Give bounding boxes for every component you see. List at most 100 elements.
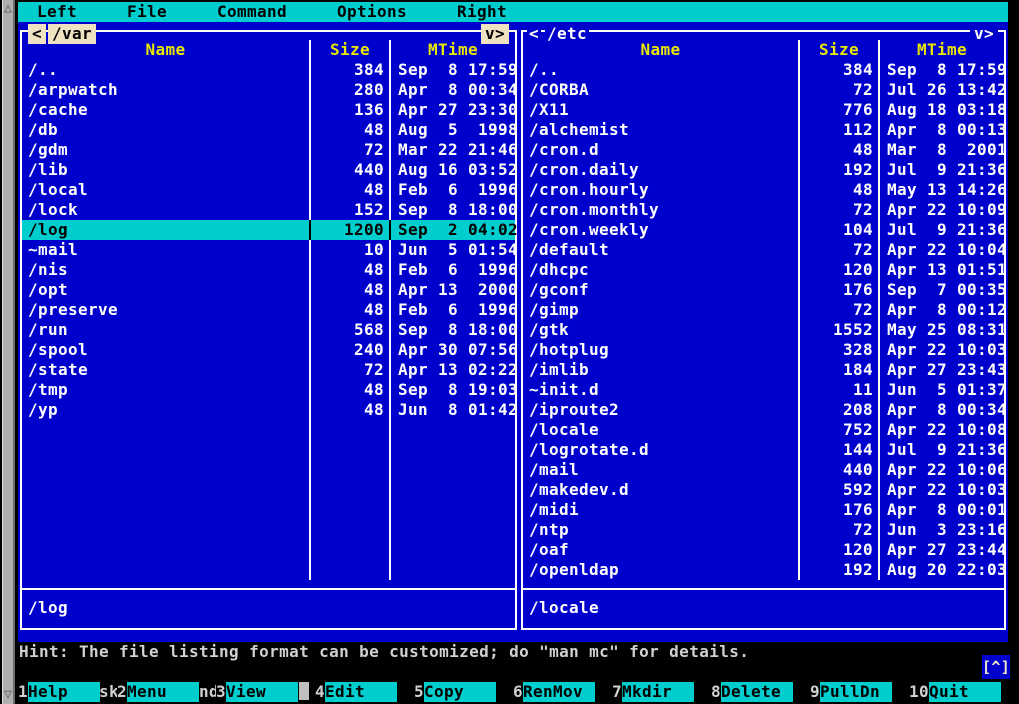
file-mtime: Apr 22 10:06 — [878, 460, 1004, 480]
file-name: /lib — [22, 160, 309, 180]
file-size: 440 — [798, 460, 878, 480]
file-row[interactable]: /db48Aug 5 1998 — [22, 120, 515, 140]
file-row[interactable]: /spool240Apr 30 07:56 — [22, 340, 515, 360]
shell-prompt[interactable]: [proski@portland /var]$ — [19, 662, 309, 682]
file-row[interactable]: /imlib184Apr 27 23:43 — [523, 360, 1004, 380]
file-mtime: Jul 9 21:36 — [878, 220, 1004, 240]
file-row[interactable]: /nis48Feb 6 1996 — [22, 260, 515, 280]
fkey-help-button[interactable]: 1Help — [18, 682, 117, 702]
file-row[interactable]: /gdm72Mar 22 21:46 — [22, 140, 515, 160]
file-row[interactable]: /tmp48Sep 8 19:03 — [22, 380, 515, 400]
file-size: 48 — [309, 400, 389, 420]
empty-row — [22, 480, 515, 500]
file-mtime: Aug 18 03:18 — [878, 100, 1004, 120]
right-panel-back-button[interactable]: < — [527, 24, 541, 44]
terminal-scrollbar[interactable]: △ ▽ — [2, 0, 15, 704]
file-row[interactable]: /lib440Aug 16 03:52 — [22, 160, 515, 180]
fkey-pulldn-button[interactable]: 9PullDn — [810, 682, 909, 702]
file-row[interactable]: /default72Apr 22 10:04 — [523, 240, 1004, 260]
file-row[interactable]: /CORBA72Jul 26 13:42 — [523, 80, 1004, 100]
file-row[interactable]: /cron.weekly104Jul 9 21:36 — [523, 220, 1004, 240]
fkey-label: RenMov — [523, 682, 595, 702]
file-mtime: Jun 5 01:37 — [878, 380, 1004, 400]
file-row[interactable]: /dhcpc120Apr 13 01:51 — [523, 260, 1004, 280]
fkey-view-button[interactable]: 3View — [216, 682, 315, 702]
right-panel-path[interactable]: /etc — [545, 24, 589, 44]
menu-item-file[interactable]: File — [127, 2, 167, 22]
scrollback-indicator-badge[interactable]: [^] — [982, 655, 1010, 679]
empty-row — [22, 500, 515, 520]
file-mtime — [389, 480, 515, 500]
file-row[interactable]: /lock152Sep 8 18:00 — [22, 200, 515, 220]
file-row[interactable]: /cron.monthly72Apr 22 10:09 — [523, 200, 1004, 220]
file-row[interactable]: /arpwatch280Apr 8 00:34 — [22, 80, 515, 100]
file-row[interactable]: /opt48Apr 13 2000 — [22, 280, 515, 300]
file-row[interactable]: /gimp72Apr 8 00:12 — [523, 300, 1004, 320]
file-name: /local — [22, 180, 309, 200]
file-size: 112 — [798, 120, 878, 140]
file-row[interactable]: /cron.d48Mar 8 2001 — [523, 140, 1004, 160]
left-panel-path[interactable]: /var — [48, 24, 96, 44]
empty-row — [22, 460, 515, 480]
left-panel-dropdown-button[interactable]: v> — [481, 24, 509, 44]
file-row[interactable]: /midi176Apr 8 00:01 — [523, 500, 1004, 520]
file-size: 568 — [309, 320, 389, 340]
menu-item-command[interactable]: Command — [217, 2, 287, 22]
file-row[interactable]: /gconf176Sep 7 00:35 — [523, 280, 1004, 300]
fkey-number: 10 — [909, 682, 929, 702]
file-row[interactable]: /preserve48Feb 6 1996 — [22, 300, 515, 320]
menu-item-left[interactable]: Left — [37, 2, 77, 22]
file-name: /arpwatch — [22, 80, 309, 100]
fkey-delete-button[interactable]: 8Delete — [711, 682, 810, 702]
file-row[interactable]: /makedev.d592Apr 22 10:03 — [523, 480, 1004, 500]
file-row[interactable]: /alchemist112Apr 8 00:13 — [523, 120, 1004, 140]
file-row[interactable]: /local48Feb 6 1996 — [22, 180, 515, 200]
file-size: 280 — [309, 80, 389, 100]
file-row[interactable]: ~mail10Jun 5 01:54 — [22, 240, 515, 260]
fkey-mkdir-button[interactable]: 7Mkdir — [612, 682, 711, 702]
file-size: 440 — [309, 160, 389, 180]
file-name: /gimp — [523, 300, 798, 320]
left-panel-back-button[interactable]: < — [28, 24, 46, 44]
file-row[interactable]: /hotplug328Apr 22 10:03 — [523, 340, 1004, 360]
file-row[interactable]: /oaf120Apr 27 23:44 — [523, 540, 1004, 560]
file-row[interactable]: /state72Apr 13 02:22 — [22, 360, 515, 380]
fkey-menu-button[interactable]: 2Menu — [117, 682, 216, 702]
file-row[interactable]: /..384Sep 8 17:59 — [523, 60, 1004, 80]
file-row[interactable]: /logrotate.d144Jul 9 21:36 — [523, 440, 1004, 460]
file-row[interactable]: /ntp72Jun 3 23:16 — [523, 520, 1004, 540]
file-row[interactable]: /cron.hourly48May 13 14:26 — [523, 180, 1004, 200]
file-row[interactable]: /openldap192Aug 20 22:03 — [523, 560, 1004, 580]
file-row[interactable]: /gtk1552May 25 08:31 — [523, 320, 1004, 340]
fkey-number: 9 — [810, 682, 820, 702]
file-row[interactable]: /locale752Apr 22 10:08 — [523, 420, 1004, 440]
file-mtime: Jul 9 21:36 — [878, 160, 1004, 180]
right-column-header-size[interactable]: Size — [798, 40, 878, 60]
file-row[interactable]: /yp48Jun 8 01:42 — [22, 400, 515, 420]
scroll-up-icon[interactable]: △ — [3, 2, 13, 16]
file-row[interactable]: /run568Sep 8 18:00 — [22, 320, 515, 340]
fkey-copy-button[interactable]: 5Copy — [414, 682, 513, 702]
file-name: /yp — [22, 400, 309, 420]
fkey-edit-button[interactable]: 4Edit — [315, 682, 414, 702]
fkey-renmov-button[interactable]: 6RenMov — [513, 682, 612, 702]
right-panel-dropdown-button[interactable]: v> — [970, 24, 998, 44]
menu-item-right[interactable]: Right — [457, 2, 507, 22]
file-row[interactable]: /cron.daily192Jul 9 21:36 — [523, 160, 1004, 180]
fkey-number: 4 — [315, 682, 325, 702]
file-row[interactable]: ~init.d11Jun 5 01:37 — [523, 380, 1004, 400]
fkey-quit-button[interactable]: 10Quit — [909, 682, 1008, 702]
right-panel: < /etc v> Name Size MTime /..384Sep 8 17… — [521, 30, 1006, 630]
left-panel-divider — [22, 588, 515, 590]
file-size: 11 — [798, 380, 878, 400]
file-row[interactable]: /cache136Apr 27 23:30 — [22, 100, 515, 120]
left-column-header-size[interactable]: Size — [309, 40, 389, 60]
menu-item-options[interactable]: Options — [337, 2, 407, 22]
file-row[interactable]: /X11776Aug 18 03:18 — [523, 100, 1004, 120]
file-row[interactable]: /iproute2208Apr 8 00:34 — [523, 400, 1004, 420]
scroll-down-icon[interactable]: ▽ — [3, 688, 13, 702]
file-row[interactable]: /log1200Sep 2 04:02 — [22, 220, 515, 240]
file-row[interactable]: /mail440Apr 22 10:06 — [523, 460, 1004, 480]
file-row[interactable]: /..384Sep 8 17:59 — [22, 60, 515, 80]
file-size: 72 — [798, 80, 878, 100]
